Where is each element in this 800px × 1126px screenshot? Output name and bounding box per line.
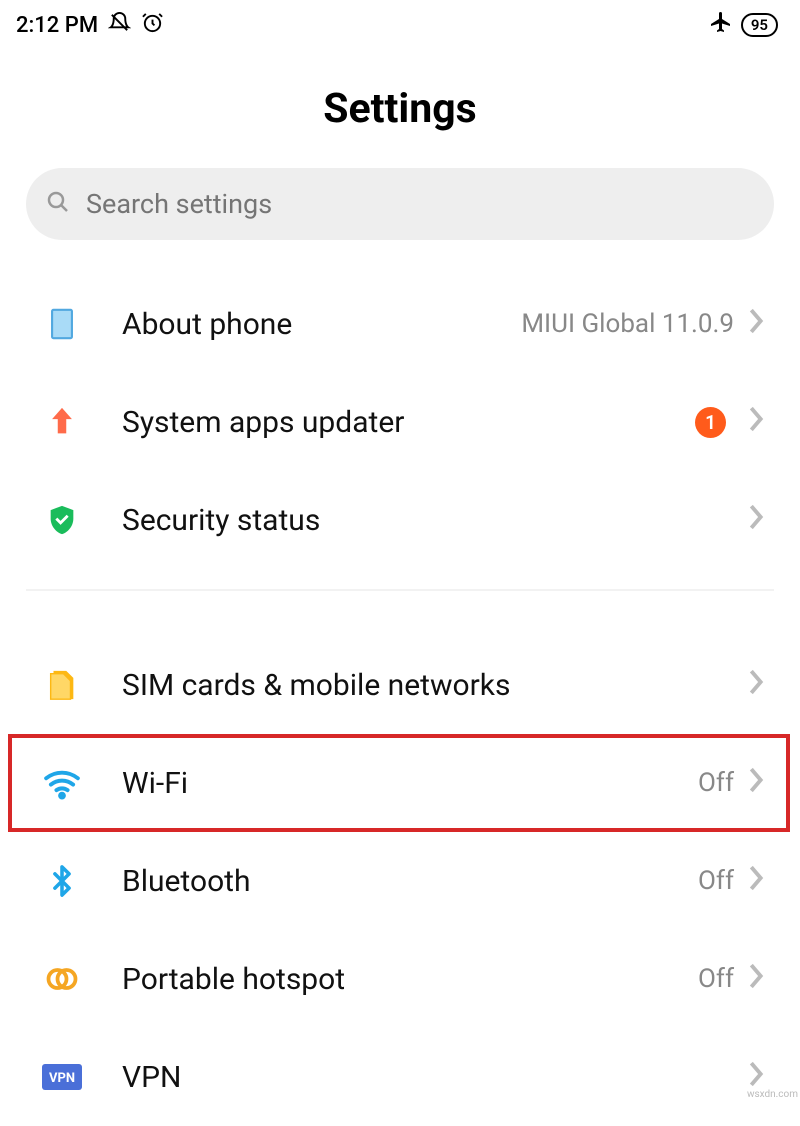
- vpn-icon: VPN: [42, 1057, 82, 1097]
- row-label: Bluetooth: [122, 864, 698, 899]
- page-title: Settings: [0, 85, 800, 133]
- alarm-icon: [141, 11, 164, 40]
- row-value: Off: [698, 768, 734, 798]
- row-system-updater[interactable]: System apps updater 1: [0, 373, 800, 471]
- status-bar: 2:12 PM 95: [0, 0, 800, 50]
- row-vpn[interactable]: VPN VPN: [0, 1028, 800, 1126]
- notification-badge: 1: [695, 407, 726, 438]
- row-sim-cards[interactable]: SIM cards & mobile networks: [0, 636, 800, 734]
- section-divider: [26, 589, 774, 591]
- watermark: wsxdn.com: [747, 1089, 798, 1100]
- sim-icon: [42, 665, 82, 705]
- row-label: Portable hotspot: [122, 962, 698, 997]
- row-wifi[interactable]: Wi-Fi Off: [8, 734, 790, 832]
- chevron-right-icon: [748, 307, 764, 342]
- row-label: SIM cards & mobile networks: [122, 668, 748, 703]
- row-label: Security status: [122, 503, 748, 538]
- chevron-right-icon: [748, 668, 764, 703]
- phone-icon: [42, 304, 82, 344]
- row-label: Wi-Fi: [122, 766, 698, 801]
- bluetooth-icon: [42, 861, 82, 901]
- chevron-right-icon: [748, 405, 764, 440]
- hotspot-icon: [42, 959, 82, 999]
- row-label: System apps updater: [122, 405, 695, 440]
- row-value: Off: [698, 964, 734, 994]
- row-label: About phone: [122, 307, 521, 342]
- status-time: 2:12 PM: [16, 13, 98, 38]
- chevron-right-icon: [748, 962, 764, 997]
- battery-indicator: 95: [741, 13, 778, 37]
- row-bluetooth[interactable]: Bluetooth Off: [0, 832, 800, 930]
- shield-icon: [42, 500, 82, 540]
- wifi-icon: [42, 763, 82, 803]
- chevron-right-icon: [748, 766, 764, 801]
- row-value: MIUI Global 11.0.9: [521, 309, 734, 339]
- row-security-status[interactable]: Security status: [0, 471, 800, 569]
- chevron-right-icon: [748, 503, 764, 538]
- row-about-phone[interactable]: About phone MIUI Global 11.0.9: [0, 275, 800, 373]
- row-label: VPN: [122, 1060, 748, 1095]
- svg-text:VPN: VPN: [49, 1071, 75, 1086]
- update-arrow-icon: [42, 402, 82, 442]
- search-icon: [46, 190, 70, 218]
- row-value: Off: [698, 866, 734, 896]
- search-bar[interactable]: [26, 168, 774, 240]
- search-input[interactable]: [86, 188, 754, 220]
- airplane-icon: [709, 10, 733, 40]
- dnd-icon: [108, 11, 131, 40]
- row-hotspot[interactable]: Portable hotspot Off: [0, 930, 800, 1028]
- chevron-right-icon: [748, 864, 764, 899]
